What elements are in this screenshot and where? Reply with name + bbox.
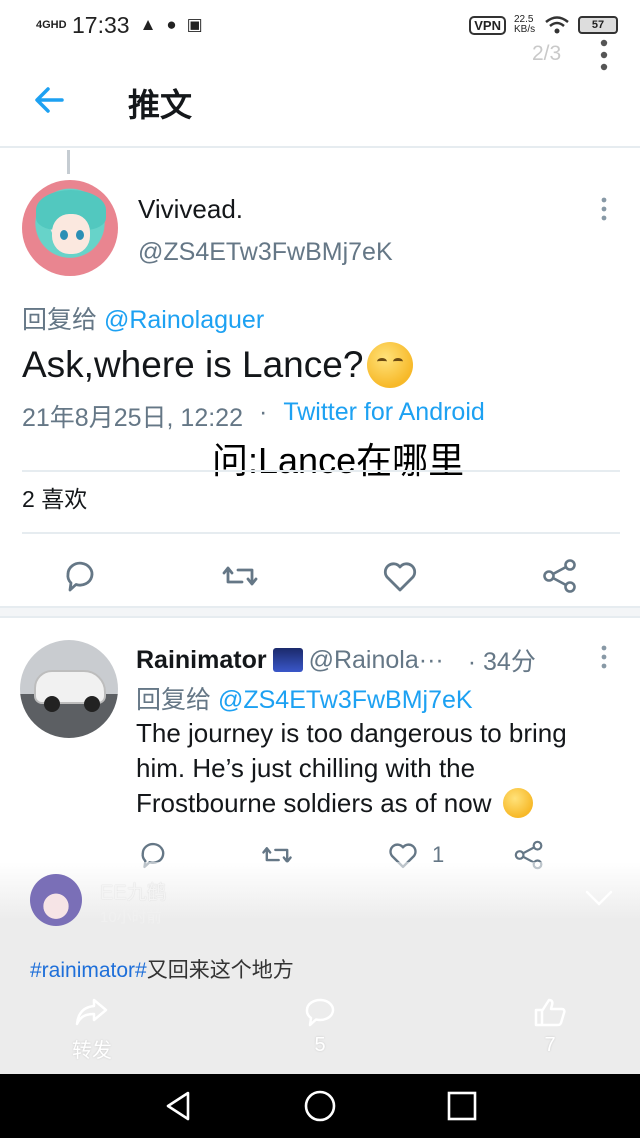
shield-icon: ● [166, 15, 177, 34]
divider [22, 532, 620, 534]
likes-number: 2 [22, 486, 35, 512]
thread-line [67, 150, 70, 174]
back-triangle-icon[interactable] [160, 1088, 196, 1124]
timestamp: 21年8月25日, 12:22 [22, 404, 243, 432]
back-arrow-icon[interactable] [32, 82, 68, 118]
likes-count[interactable]: 2 喜欢 [22, 480, 87, 514]
wifi-icon [545, 16, 569, 34]
source-link[interactable]: Twitter for Android [283, 398, 484, 434]
poster-name[interactable]: EE九鹤 [100, 876, 167, 905]
avatar[interactable] [20, 640, 118, 738]
comment-button[interactable]: 5 [270, 996, 370, 1057]
thumbs-up-icon [534, 998, 566, 1027]
user-handle[interactable]: @Rainola··· [309, 646, 444, 675]
retweet-icon[interactable] [220, 556, 260, 596]
hashtag-link[interactable]: #rainimator# [30, 959, 147, 982]
more-vert-icon[interactable] [598, 644, 610, 670]
tweet-header: 推文 [0, 68, 640, 148]
notification-icon: ▲ [139, 15, 157, 34]
image-counter: 2/3 [532, 42, 562, 65]
display-name[interactable]: Rainimator [136, 646, 267, 675]
city-night-emoji-icon [272, 648, 303, 672]
tweet-meta: 21年8月25日, 12:22 · Twitter for Android [22, 398, 485, 434]
divider [22, 470, 620, 472]
network-type: 4GHD [36, 18, 67, 31]
reply-prefix: 回复给 [22, 306, 98, 334]
avatar[interactable] [22, 180, 118, 276]
likes-label: 喜欢 [41, 486, 88, 512]
mention-link[interactable]: @ZS4ETw3FwBMj7eK [218, 686, 473, 714]
tweet-text: Ask,where is Lance? [22, 342, 414, 388]
display-name[interactable]: Vivivead. [138, 194, 243, 225]
tweet-body: Ask,where is Lance? [22, 344, 364, 385]
relative-time: · 34分 [467, 648, 536, 676]
more-vert-icon[interactable] [598, 196, 610, 222]
comment-count: 5 [314, 1034, 326, 1056]
mention-link[interactable]: @Rainolaguer [104, 306, 264, 334]
reply-header: Rainimator @Rainola··· · 34分 [136, 642, 536, 678]
clock: 17:33 [72, 11, 130, 38]
repost-label: 转发 [72, 1040, 112, 1062]
section-separator [0, 606, 640, 618]
caption-text: 又回来这个地方 [146, 959, 294, 982]
smirk-emoji-icon [367, 342, 414, 388]
repost-button[interactable]: 转发 [42, 996, 142, 1063]
tweet-action-bar [0, 546, 640, 606]
reply-to-line: 回复给 @ZS4ETw3FwBMj7eK [136, 680, 473, 716]
like-button[interactable]: 7 [500, 996, 600, 1057]
network-speed: 22.5 KB/s [514, 14, 536, 35]
reply-to-line: 回复给 @Rainolaguer [22, 300, 264, 336]
more-options-icon[interactable] [598, 38, 610, 72]
close-icon[interactable] [26, 36, 58, 68]
share-arrow-icon [75, 998, 108, 1026]
chevron-down-icon[interactable] [584, 888, 614, 908]
poster-meta: 10小时前 [100, 909, 162, 926]
reply-icon[interactable] [60, 556, 100, 596]
post-caption: #rainimator#又回来这个地方 [30, 954, 294, 984]
relieved-emoji-icon [502, 788, 533, 818]
separator-dot: · [258, 398, 268, 426]
battery-indicator: 57 [578, 16, 618, 34]
overlay-caption: 问:Lance在哪里 [212, 440, 465, 481]
share-icon[interactable] [540, 556, 580, 596]
poster-avatar[interactable] [30, 874, 82, 926]
page-title: 推文 [128, 87, 193, 123]
like-heart-icon[interactable] [380, 556, 420, 596]
screen: 4GHD 17:33 ▲ ● ▣ VPN 22.5 KB/s 57 推文 2/3 [0, 0, 640, 1138]
comment-bubble-icon [305, 998, 335, 1027]
home-circle-icon[interactable] [302, 1088, 338, 1124]
viewer-top-bar: 2/3 [0, 38, 640, 80]
like-count: 7 [544, 1034, 556, 1056]
user-handle[interactable]: @ZS4ETw3FwBMj7eK [138, 238, 393, 267]
vpn-badge: VPN [469, 15, 506, 35]
system-nav-bar [0, 1074, 640, 1138]
reply-prefix: 回复给 [136, 686, 212, 714]
reply-text: The journey is too dangerous to bring hi… [136, 716, 616, 821]
recents-square-icon[interactable] [444, 1088, 480, 1124]
app-icon: ▣ [186, 15, 203, 34]
